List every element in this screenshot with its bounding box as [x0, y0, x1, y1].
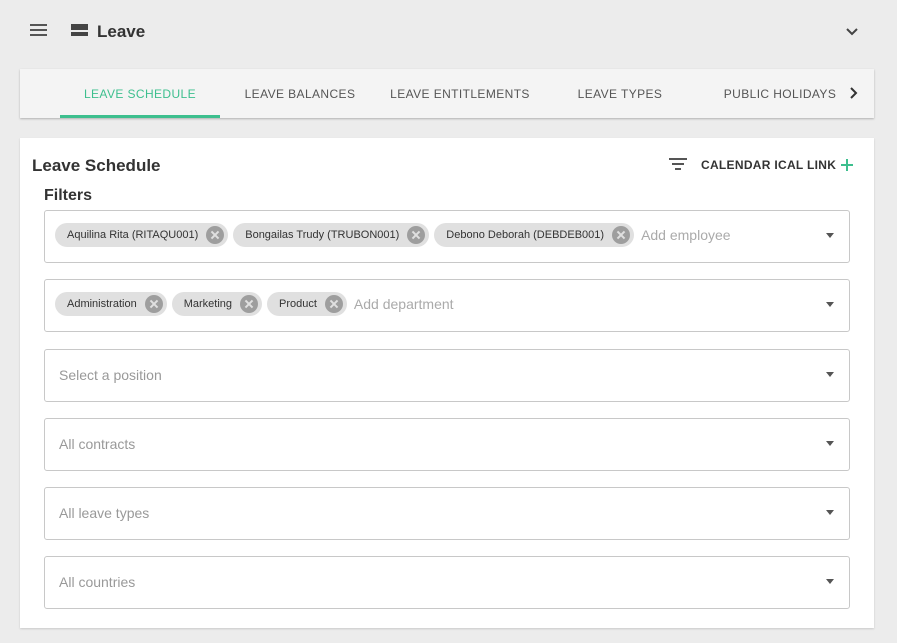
- tab-leave-schedule[interactable]: LEAVE SCHEDULE: [60, 69, 220, 118]
- filters-heading: Filters: [44, 187, 93, 204]
- add-department-input[interactable]: Add department: [354, 296, 454, 312]
- chevron-right-icon[interactable]: [846, 85, 862, 101]
- department-chip: Administration: [55, 292, 167, 316]
- dropdown-arrow-icon[interactable]: [826, 372, 834, 377]
- employee-chip: Aquilina Rita (RITAQU001): [55, 223, 229, 247]
- add-employee-input[interactable]: Add employee: [641, 227, 731, 243]
- contracts-select[interactable]: All contracts: [44, 418, 850, 471]
- leave-schedule-card: Leave Schedule CALENDAR ICAL LINK Filter…: [20, 138, 874, 628]
- countries-select[interactable]: All countries: [44, 556, 850, 609]
- remove-chip-icon[interactable]: [240, 295, 258, 313]
- app-title: Leave: [97, 22, 146, 41]
- countries-placeholder: All countries: [59, 574, 136, 590]
- chip-label: Aquilina Rita (RITAQU001): [67, 229, 199, 241]
- calendar-ical-link[interactable]: CALENDAR ICAL LINK: [701, 158, 836, 172]
- department-chips: Administration Marketing Product Add dep…: [55, 292, 454, 316]
- tab-public-holidays[interactable]: PUBLIC HOLIDAYS: [700, 69, 860, 118]
- department-chip: Marketing: [171, 292, 262, 316]
- chevron-down-icon[interactable]: [845, 25, 859, 39]
- employee-chip: Bongailas Trudy (TRUBON001): [233, 223, 430, 247]
- employee-chips: Aquilina Rita (RITAQU001) Bongailas Trud…: [55, 223, 731, 247]
- dropdown-arrow-icon[interactable]: [826, 233, 834, 238]
- leave-types-placeholder: All leave types: [59, 505, 150, 521]
- tab-leave-entitlements[interactable]: LEAVE ENTITLEMENTS: [380, 69, 540, 118]
- position-select[interactable]: Select a position: [44, 349, 850, 402]
- employee-chip: Debono Deborah (DEBDEB001): [434, 223, 635, 247]
- chip-label: Marketing: [183, 298, 232, 310]
- tab-leave-types[interactable]: LEAVE TYPES: [540, 69, 700, 118]
- leave-icon: [71, 24, 88, 40]
- card-title: Leave Schedule: [32, 156, 161, 175]
- chip-label: Debono Deborah (DEBDEB001): [446, 229, 605, 241]
- tab-leave-balances[interactable]: LEAVE BALANCES: [220, 69, 380, 118]
- remove-chip-icon[interactable]: [144, 295, 163, 313]
- top-bar: Leave: [0, 0, 897, 64]
- dropdown-arrow-icon[interactable]: [826, 302, 834, 307]
- chip-label: Product: [279, 298, 317, 310]
- hamburger-menu-icon[interactable]: [30, 24, 47, 38]
- add-icon[interactable]: [839, 157, 855, 173]
- filter-icon[interactable]: [669, 158, 687, 172]
- employee-filter[interactable]: Aquilina Rita (RITAQU001) Bongailas Trud…: [44, 210, 850, 263]
- department-chip: Product: [267, 292, 347, 316]
- remove-chip-icon[interactable]: [407, 226, 426, 244]
- dropdown-arrow-icon[interactable]: [826, 510, 834, 515]
- leave-types-select[interactable]: All leave types: [44, 487, 850, 540]
- department-filter[interactable]: Administration Marketing Product Add dep…: [44, 279, 850, 332]
- tab-bar: LEAVE SCHEDULE LEAVE BALANCES LEAVE ENTI…: [20, 69, 874, 118]
- dropdown-arrow-icon[interactable]: [826, 579, 834, 584]
- chip-label: Bongailas Trudy (TRUBON001): [245, 229, 400, 241]
- contracts-placeholder: All contracts: [59, 436, 136, 452]
- position-placeholder: Select a position: [59, 367, 162, 383]
- chip-label: Administration: [67, 298, 137, 310]
- remove-chip-icon[interactable]: [324, 295, 343, 313]
- dropdown-arrow-icon[interactable]: [826, 441, 834, 446]
- remove-chip-icon[interactable]: [206, 226, 225, 244]
- remove-chip-icon[interactable]: [612, 226, 631, 244]
